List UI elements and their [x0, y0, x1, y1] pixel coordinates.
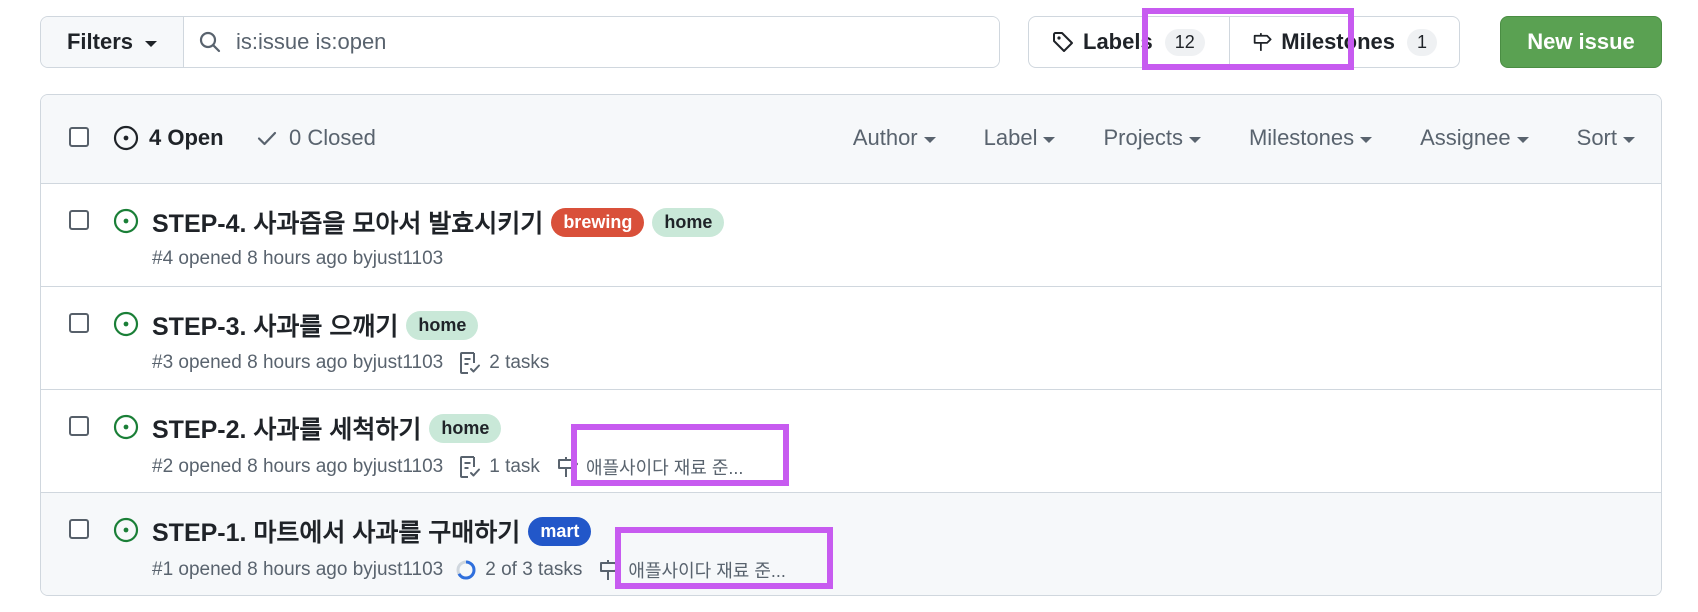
chevron-down-icon: [145, 40, 158, 47]
issues-toolbar: Filters Labels 12 Mileston: [40, 8, 1662, 70]
search-box[interactable]: [184, 17, 999, 67]
issue-opened-text: #1 opened 8 hours ago by: [152, 559, 373, 580]
issue-tasks-label: 2 tasks: [489, 352, 550, 373]
issue-meta: #4 opened 8 hours ago by just1103: [152, 248, 443, 270]
sort-filter[interactable]: Sort: [1577, 125, 1635, 151]
filters-button[interactable]: Filters: [41, 17, 184, 67]
issue-title-link[interactable]: STEP-2. 사과를 세척하기: [152, 410, 421, 446]
issue-opened-text: #2 opened 8 hours ago by: [152, 456, 373, 477]
sort-filter-label: Sort: [1576, 125, 1617, 150]
issue-tasks[interactable]: 2 tasks: [459, 351, 549, 375]
progress-ring-icon: [456, 560, 476, 580]
issue-checkbox[interactable]: [69, 313, 89, 333]
milestones-count: 1: [1406, 28, 1437, 56]
issue-title-link[interactable]: STEP-4. 사과즙을 모아서 발효시키기: [152, 204, 543, 240]
chevron-down-icon: [1360, 136, 1373, 143]
issue-row: STEP-2. 사과를 세척하기 home #2 opened 8 hours …: [41, 390, 1661, 493]
checklist-icon: [460, 456, 481, 478]
issue-tasks[interactable]: 1 task: [459, 455, 540, 479]
issue-meta: #2 opened 8 hours ago by just1103 1 task: [152, 454, 743, 480]
list-filter-menus: Author Label Projects Milestones Assigne…: [853, 125, 1635, 151]
closed-issues-toggle[interactable]: 0 Closed: [255, 125, 376, 151]
issue-milestone-link[interactable]: 애플사이다 재료 준...: [598, 557, 786, 583]
projects-filter[interactable]: Projects: [1103, 125, 1201, 151]
chevron-down-icon: [1623, 136, 1635, 143]
milestone-icon: [1253, 33, 1272, 51]
new-issue-button[interactable]: New issue: [1500, 16, 1662, 68]
issue-author-link[interactable]: just1103: [373, 352, 443, 374]
issue-opened-text: #4 opened 8 hours ago by: [152, 248, 373, 269]
author-filter[interactable]: Author: [853, 125, 936, 151]
checklist-icon: [460, 352, 481, 374]
check-icon: [257, 131, 277, 146]
milestone-icon: [557, 457, 578, 477]
assignee-filter[interactable]: Assignee: [1420, 125, 1529, 151]
issue-list: 4 Open 0 Closed Author Label Projects Mi…: [40, 94, 1662, 596]
issue-open-icon: [113, 414, 139, 440]
assignee-filter-label: Assignee: [1420, 125, 1511, 150]
issue-open-icon: [113, 311, 139, 337]
issue-title-link[interactable]: STEP-1. 마트에서 사과를 구매하기: [152, 513, 520, 549]
milestones-filter-label: Milestones: [1248, 125, 1355, 150]
issue-row: STEP-3. 사과를 으깨기 home #3 opened 8 hours a…: [41, 287, 1661, 390]
issue-title-line: STEP-1. 마트에서 사과를 구매하기 mart: [152, 513, 592, 549]
milestones-filter[interactable]: Milestones: [1248, 125, 1373, 151]
milestones-button[interactable]: Milestones 1: [1229, 17, 1459, 67]
label-mart[interactable]: mart: [528, 516, 592, 546]
chevron-down-icon: [923, 136, 936, 143]
issue-checkbox[interactable]: [69, 416, 89, 436]
tag-icon: [1053, 32, 1073, 52]
milestones-button-label: Milestones: [1281, 29, 1395, 54]
author-filter-label: Author: [852, 125, 918, 150]
issue-milestone-label: 애플사이다 재료 준...: [585, 458, 744, 478]
issue-title-line: STEP-2. 사과를 세척하기 home: [152, 410, 502, 446]
issue-meta: #3 opened 8 hours ago by just1103 2 task…: [152, 351, 549, 375]
label-home[interactable]: home: [429, 413, 502, 443]
closed-count-label: 0 Closed: [289, 125, 376, 150]
chevron-down-icon: [1188, 136, 1201, 143]
issue-row: STEP-4. 사과즙을 모아서 발효시키기 brewing home #4 o…: [41, 184, 1661, 287]
labels-count: 12: [1164, 28, 1205, 56]
label-home[interactable]: home: [652, 207, 725, 237]
chevron-down-icon: [1043, 136, 1056, 143]
issue-milestone-link[interactable]: 애플사이다 재료 준...: [556, 454, 743, 480]
milestone-icon: [600, 560, 621, 580]
filter-search-group: Filters: [40, 16, 1000, 68]
search-icon: [199, 31, 221, 53]
issue-author-link[interactable]: just1103: [373, 456, 443, 478]
issue-tasks-label: 2 of 3 tasks: [485, 559, 583, 580]
select-all-checkbox[interactable]: [69, 127, 89, 147]
issue-milestone-label: 애플사이다 재료 준...: [628, 561, 786, 581]
issue-author-link[interactable]: just1103: [373, 248, 443, 270]
label-home[interactable]: home: [406, 310, 479, 340]
issue-author-link[interactable]: just1103: [373, 559, 443, 581]
chevron-down-icon: [1516, 136, 1529, 143]
label-filter-label: Label: [983, 125, 1038, 150]
issue-row: STEP-1. 마트에서 사과를 구매하기 mart #1 opened 8 h…: [41, 493, 1661, 595]
issue-opened-text: #3 opened 8 hours ago by: [152, 352, 373, 373]
filters-button-label: Filters: [66, 29, 134, 54]
issue-meta: #1 opened 8 hours ago by just1103 2 of 3…: [152, 557, 786, 583]
label-brewing[interactable]: brewing: [551, 207, 645, 237]
labels-button[interactable]: Labels 12: [1029, 17, 1229, 67]
issue-checkbox[interactable]: [69, 210, 89, 230]
new-issue-label: New issue: [1527, 29, 1635, 54]
issue-open-icon: [113, 517, 139, 543]
issue-list-header: 4 Open 0 Closed Author Label Projects Mi…: [41, 95, 1661, 184]
open-issues-toggle[interactable]: 4 Open: [113, 125, 224, 151]
label-filter[interactable]: Label: [984, 125, 1056, 151]
issue-title-line: STEP-4. 사과즙을 모아서 발효시키기 brewing home: [152, 204, 725, 240]
issue-open-icon: [113, 125, 139, 151]
labels-milestones-group: Labels 12 Milestones 1: [1028, 16, 1460, 68]
open-count-label: 4 Open: [149, 125, 224, 150]
projects-filter-label: Projects: [1103, 125, 1183, 150]
issue-checkbox[interactable]: [69, 519, 89, 539]
issue-title-link[interactable]: STEP-3. 사과를 으깨기: [152, 307, 398, 343]
search-input[interactable]: [236, 29, 999, 55]
issue-title-line: STEP-3. 사과를 으깨기 home: [152, 307, 479, 343]
issue-open-icon: [113, 208, 139, 234]
issue-tasks[interactable]: 2 of 3 tasks: [455, 559, 582, 581]
issue-tasks-label: 1 task: [489, 456, 540, 477]
labels-button-label: Labels: [1083, 29, 1153, 54]
